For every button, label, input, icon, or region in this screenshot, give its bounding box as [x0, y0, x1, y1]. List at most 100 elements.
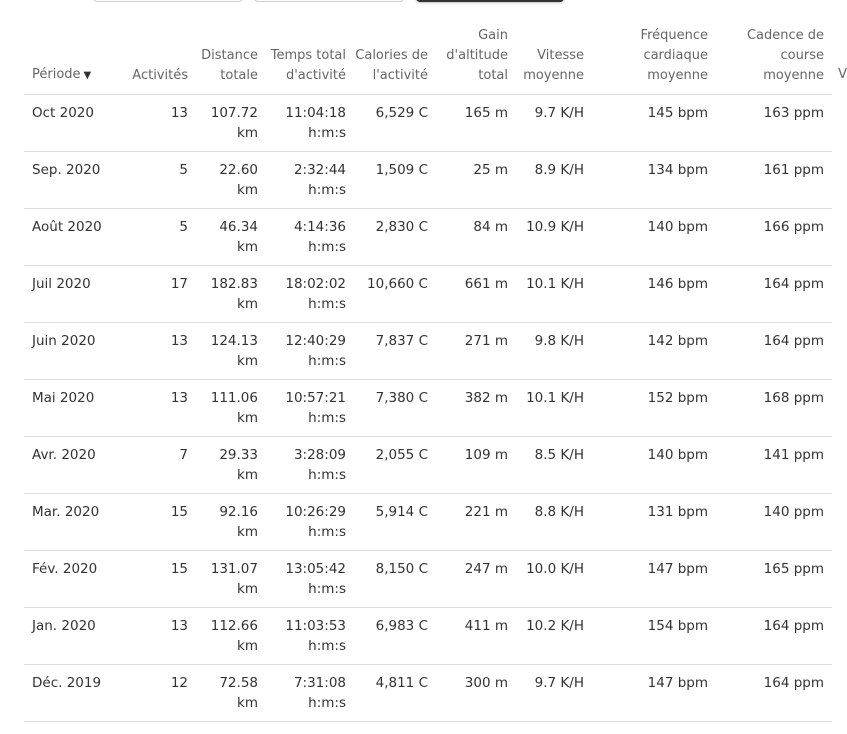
cell-heart-rate-hr: 147 bpm	[647, 561, 708, 577]
table-row[interactable]: Mar. 2020 15 92.16 km 10:26:29 h:m:s 5,914 C 22…	[24, 493, 832, 551]
cell-elevation: 165 m	[436, 94, 516, 152]
column-header-elevation[interactable]: Gain d'altitude total	[436, 18, 516, 95]
cell-time: 18:02:02 h:m:s	[266, 265, 354, 323]
cell-calories-calories: 6,983 C	[375, 618, 428, 634]
cell-distance: 92.16 km	[196, 493, 266, 551]
cell-speed-speed: 8.5 K/H	[534, 447, 584, 463]
column-header-activities[interactable]: Activités	[128, 18, 196, 95]
cell-calories: 2,830 C	[354, 208, 436, 266]
toolbar-button-3-selected[interactable]	[416, 0, 564, 2]
table-row[interactable]: Juil 2020 17 182.83 km 18:02:02 h:m:s 10,660 C…	[24, 265, 832, 323]
cell-period: Juin 2020	[24, 322, 128, 380]
toolbar-button-1[interactable]	[93, 0, 243, 2]
cell-elevation-elev: 109 m	[464, 447, 508, 463]
cell-activities-activities: 13	[170, 333, 188, 349]
cell-time-time: 7:31:08	[293, 675, 346, 691]
cell-elevation: 661 m	[436, 265, 516, 323]
cell-cadence: 161 ppm	[716, 151, 832, 209]
cell-heart-rate: 134 bpm	[592, 151, 716, 209]
cell-elevation: 84 m	[436, 208, 516, 266]
column-header-calories[interactable]: Calories de l'activité	[354, 18, 436, 95]
cell-calories-calories: 2,830 C	[375, 219, 428, 235]
table-row[interactable]: Juin 2020 13 124.13 km 12:40:29 h:m:s 7,837 C 2…	[24, 322, 832, 380]
cell-activities: 13	[128, 607, 196, 665]
cell-speed-speed: 10.1 K/H	[526, 390, 584, 406]
cell-period: Mar. 2020	[24, 493, 128, 551]
cell-speed-speed: 8.8 K/H	[534, 504, 584, 520]
cell-elevation: 382 m	[436, 379, 516, 437]
cell-cadence: 164 ppm	[716, 664, 832, 722]
cell-distance-distance-unit: km	[237, 638, 258, 654]
cell-activities-activities: 7	[179, 447, 188, 463]
cell-speed-speed: 10.0 K/H	[526, 561, 584, 577]
cell-cadence-cadence: 141 ppm	[763, 447, 824, 463]
sort-descending-icon[interactable]: ▼	[84, 70, 92, 81]
table-row[interactable]: Sep. 2020 5 22.60 km 2:32:44 h:m:s 1,509 C 25 m…	[24, 151, 832, 209]
table-row[interactable]: Avr. 2020 7 29.33 km 3:28:09 h:m:s 2,055 C 109 …	[24, 436, 832, 494]
cell-heart-rate-hr: 154 bpm	[647, 618, 708, 634]
column-header-distance[interactable]: Distance totale	[196, 18, 266, 95]
cell-elevation: 271 m	[436, 322, 516, 380]
table-row[interactable]: Oct 2020 13 107.72 km 11:04:18 h:m:s 6,529 C 16…	[24, 94, 832, 152]
cell-activities: 12	[128, 664, 196, 722]
cell-period: Fév. 2020	[24, 550, 128, 608]
cell-distance-distance-unit: km	[237, 581, 258, 597]
column-header-time[interactable]: Temps total d'activité	[266, 18, 354, 95]
cell-time-time-unit: h:m:s	[308, 467, 346, 483]
cell-calories-calories: 5,914 C	[375, 504, 428, 520]
cell-heart-rate: 147 bpm	[592, 550, 716, 608]
cell-period: Août 2020	[24, 208, 128, 266]
cell-distance-distance-unit: km	[237, 524, 258, 540]
cell-elevation: 109 m	[436, 436, 516, 494]
cell-cadence: 164 ppm	[716, 322, 832, 380]
cell-activities-activities: 13	[170, 390, 188, 406]
cell-period-period: Mai 2020	[32, 390, 95, 406]
cell-calories-calories: 10,660 C	[367, 276, 428, 292]
table-row[interactable]: Mai 2020 13 111.06 km 10:57:21 h:m:s 7,380 C 38…	[24, 379, 832, 437]
cell-speed-speed: 10.2 K/H	[526, 618, 584, 634]
cell-heart-rate-hr: 145 bpm	[647, 105, 708, 121]
cell-activities-activities: 5	[179, 162, 188, 178]
table-row[interactable]: Jan. 2020 13 112.66 km 11:03:53 h:m:s 6,983 C 4…	[24, 607, 832, 665]
cell-distance: 72.58 km	[196, 664, 266, 722]
cell-time-time: 18:02:02	[285, 276, 346, 292]
column-header-period[interactable]: Période ▼	[24, 18, 128, 95]
table-row[interactable]: Fév. 2020 15 131.07 km 13:05:42 h:m:s 8,150 C 2…	[24, 550, 832, 608]
cell-heart-rate: 140 bpm	[592, 208, 716, 266]
cell-activities: 5	[128, 208, 196, 266]
cell-heart-rate: 142 bpm	[592, 322, 716, 380]
cell-distance-distance: 131.07	[210, 561, 258, 577]
cell-time-time-unit: h:m:s	[308, 581, 346, 597]
column-header-heart-rate[interactable]: Fréquence cardiaque moyenne	[592, 18, 716, 95]
cell-time-time: 4:14:36	[293, 219, 346, 235]
column-header-cadence[interactable]: Cadence de course moyenne	[716, 18, 832, 95]
cell-heart-rate-hr: 147 bpm	[647, 675, 708, 691]
table-row[interactable]: Déc. 2019 12 72.58 km 7:31:08 h:m:s 4,811 C 300…	[24, 664, 832, 722]
table-row[interactable]: Août 2020 5 46.34 km 4:14:36 h:m:s 2,830 C 84 m…	[24, 208, 832, 266]
cell-heart-rate-hr: 146 bpm	[647, 276, 708, 292]
cell-elevation-elev: 411 m	[464, 618, 508, 634]
cell-speed: 8.9 K/H	[516, 151, 592, 209]
cell-time-time: 13:05:42	[285, 561, 346, 577]
cell-time-time-unit: h:m:s	[308, 125, 346, 141]
cell-calories: 7,837 C	[354, 322, 436, 380]
cell-distance: 111.06 km	[196, 379, 266, 437]
cell-activities: 5	[128, 151, 196, 209]
cell-cadence: 164 ppm	[716, 607, 832, 665]
cell-cadence-cadence: 161 ppm	[763, 162, 824, 178]
cell-heart-rate-hr: 152 bpm	[647, 390, 708, 406]
cell-speed-speed: 8.9 K/H	[534, 162, 584, 178]
cell-time-time: 12:40:29	[285, 333, 346, 349]
cell-time-time-unit: h:m:s	[308, 182, 346, 198]
cell-distance: 131.07 km	[196, 550, 266, 608]
cell-elevation-elev: 247 m	[464, 561, 508, 577]
cell-period-period: Avr. 2020	[32, 447, 96, 463]
column-header-speed[interactable]: Vitesse moyenne	[516, 18, 592, 95]
cell-time-time: 11:04:18	[285, 105, 346, 121]
cell-speed: 9.8 K/H	[516, 322, 592, 380]
toolbar-button-2[interactable]	[254, 0, 404, 2]
cell-distance-distance-unit: km	[237, 239, 258, 255]
cell-period-period: Juin 2020	[32, 333, 96, 349]
cell-elevation: 25 m	[436, 151, 516, 209]
column-header-partial[interactable]: V	[838, 67, 847, 82]
